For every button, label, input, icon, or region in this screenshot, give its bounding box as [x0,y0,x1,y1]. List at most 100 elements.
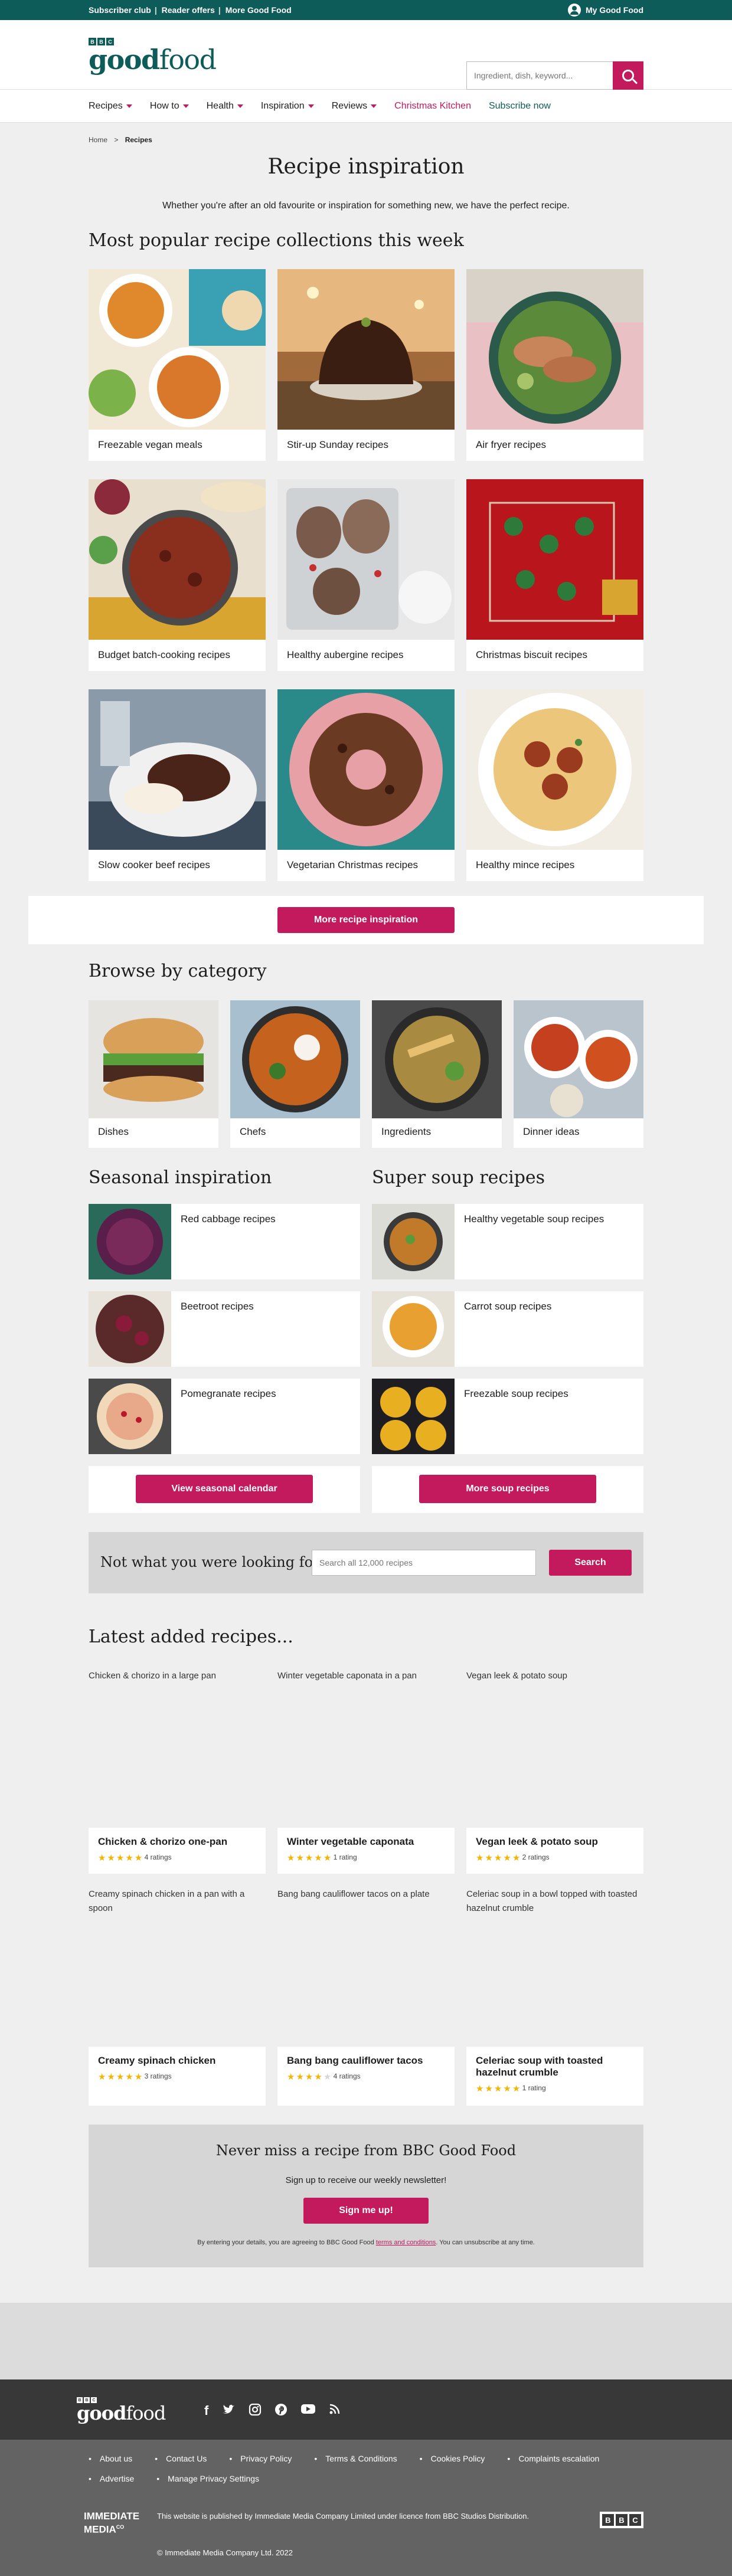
footer-link-privacy[interactable]: Privacy Policy [229,2454,292,2463]
star-filled-icon: ★ [287,1853,295,1863]
category-card[interactable]: Ingredients [372,1000,502,1148]
top-links: Subscriber club | Reader offers | More Goo… [89,5,292,15]
recipe-card[interactable]: Chicken & chorizo one-pan ★ ★ ★ ★ ★ 4 rating… [89,1828,266,1874]
recipe-search-input[interactable] [312,1550,536,1576]
footer-link-complaints[interactable]: Complaints escalation [507,2454,599,2463]
nav-subscribe-now[interactable]: Subscribe now [489,101,551,112]
recipe-title: Chicken & chorizo one-pan [98,1836,228,1847]
footer-link-cookies[interactable]: Cookies Policy [420,2454,485,2463]
star-rating: ★ ★ ★ ★ ★ [476,2083,520,2094]
nav-how-to[interactable]: How to [150,101,189,112]
category-title: Dishes [98,1126,129,1137]
footer-logo[interactable]: BBC goodfood [77,2397,166,2423]
recipe-search-button[interactable]: Search [549,1550,632,1576]
recipe-card[interactable]: Vegan leek & potato soup ★ ★ ★ ★ ★ 2 ratings [466,1828,643,1874]
category-card[interactable]: Dinner ideas [514,1000,643,1148]
star-filled-icon: ★ [314,2072,322,2082]
seasonal-item[interactable]: Red cabbage recipes [89,1204,360,1279]
breadcrumb-home[interactable]: Home [89,136,107,144]
category-card[interactable]: Dishes [89,1000,218,1148]
collection-card[interactable]: Stir-up Sunday recipes [277,269,455,461]
latest-heading: Latest added recipes... [89,1626,293,1647]
category-card[interactable]: Chefs [230,1000,360,1148]
pinterest-icon[interactable] [274,2403,287,2420]
more-recipe-inspiration-button[interactable]: More recipe inspiration [277,907,455,933]
nav-recipes[interactable]: Recipes [89,101,132,112]
social-links: f [204,2403,341,2420]
collection-card[interactable]: Air fryer recipes [466,269,643,461]
nav-reviews[interactable]: Reviews [332,101,377,112]
star-rating: ★ ★ ★ ★ ★ [98,2071,142,2082]
recipe-image-caption: Creamy spinach chicken in a pan with a s… [89,1889,245,1913]
recipe-card[interactable]: Winter vegetable caponata ★ ★ ★ ★ ★ 1 rating [277,1828,455,1874]
star-filled-icon: ★ [323,1853,332,1863]
search-input[interactable] [466,61,613,90]
more-soup-recipes-button[interactable]: More soup recipes [419,1475,596,1503]
collection-image [89,269,266,430]
youtube-icon[interactable] [300,2403,316,2420]
seasonal-title: Beetroot recipes [181,1301,254,1312]
soup-item[interactable]: Healthy vegetable soup recipes [372,1204,643,1279]
soup-image [372,1379,455,1454]
terms-link[interactable]: terms and conditions [376,2239,436,2246]
soup-item[interactable]: Freezable soup recipes [372,1379,643,1454]
footer-link-about[interactable]: About us [89,2454,132,2463]
collection-image [277,269,455,430]
collection-card[interactable]: Christmas biscuit recipes [466,479,643,671]
breadcrumb-current: Recipes [125,136,152,144]
collection-title: Budget batch-cooking recipes [98,649,230,660]
subscriber-club-link[interactable]: Subscriber club [89,5,151,15]
view-seasonal-calendar-button[interactable]: View seasonal calendar [136,1475,313,1503]
seasonal-item[interactable]: Pomegranate recipes [89,1379,360,1454]
collection-card[interactable]: Budget batch-cooking recipes [89,479,266,671]
seasonal-image [89,1291,171,1367]
facebook-icon[interactable]: f [204,2403,208,2420]
recipe-title: Bang bang cauliflower tacos [287,2055,423,2066]
soup-item[interactable]: Carrot soup recipes [372,1291,643,1367]
star-filled-icon: ★ [494,1853,502,1863]
collection-card[interactable]: Healthy aubergine recipes [277,479,455,671]
footer-link-contact[interactable]: Contact Us [155,2454,207,2463]
reader-offers-link[interactable]: Reader offers [162,5,215,15]
nav-inspiration[interactable]: Inspiration [261,101,314,112]
category-image [514,1000,643,1118]
good-food-logo[interactable]: BBC goodfood [89,38,217,73]
star-filled-icon: ★ [98,2072,106,2082]
star-filled-icon: ★ [503,2084,511,2094]
star-filled-icon: ★ [485,2084,493,2094]
more-good-food-link[interactable]: More Good Food [226,5,292,15]
collection-title: Freezable vegan meals [98,439,202,450]
soup-heading: Super soup recipes [372,1167,545,1188]
seasonal-item[interactable]: Beetroot recipes [89,1291,360,1367]
header-search [466,61,643,90]
rating-count: 1 rating [522,2084,546,2093]
collection-card[interactable]: Healthy mince recipes [466,689,643,881]
recipe-card[interactable]: Bang bang cauliflower tacos ★ ★ ★ ★ ★ 4 rati… [277,2047,455,2106]
sign-me-up-button[interactable]: Sign me up! [303,2198,429,2224]
collection-title: Healthy mince recipes [476,859,575,870]
category-title: Chefs [240,1126,266,1137]
rss-icon[interactable] [329,2403,341,2420]
search-button[interactable] [613,61,643,90]
seasonal-title: Pomegranate recipes [181,1388,276,1399]
recipe-card[interactable]: Celeriac soup with toasted hazelnut crum… [466,2047,643,2106]
star-filled-icon: ★ [98,1853,106,1863]
star-filled-icon: ★ [296,2072,304,2082]
instagram-icon[interactable] [249,2403,262,2420]
my-good-food-link[interactable]: My Good Food [568,4,643,17]
collection-card[interactable]: Vegetarian Christmas recipes [277,689,455,881]
collection-image [89,689,266,850]
collection-card[interactable]: Slow cooker beef recipes [89,689,266,881]
nav-christmas-kitchen[interactable]: Christmas Kitchen [394,101,471,112]
twitter-icon[interactable] [221,2403,236,2420]
category-image [372,1000,502,1118]
soup-title: Freezable soup recipes [464,1388,568,1399]
collection-card[interactable]: Freezable vegan meals [89,269,266,461]
recipe-card[interactable]: Creamy spinach chicken ★ ★ ★ ★ ★ 3 ratings [89,2047,266,2106]
footer-link-privacy-settings[interactable]: Manage Privacy Settings [156,2474,259,2483]
footer-link-terms[interactable]: Terms & Conditions [314,2454,397,2463]
collection-title: Slow cooker beef recipes [98,859,210,870]
footer-link-advertise[interactable]: Advertise [89,2474,134,2483]
seasonal-title: Red cabbage recipes [181,1213,276,1225]
nav-health[interactable]: Health [207,101,243,112]
